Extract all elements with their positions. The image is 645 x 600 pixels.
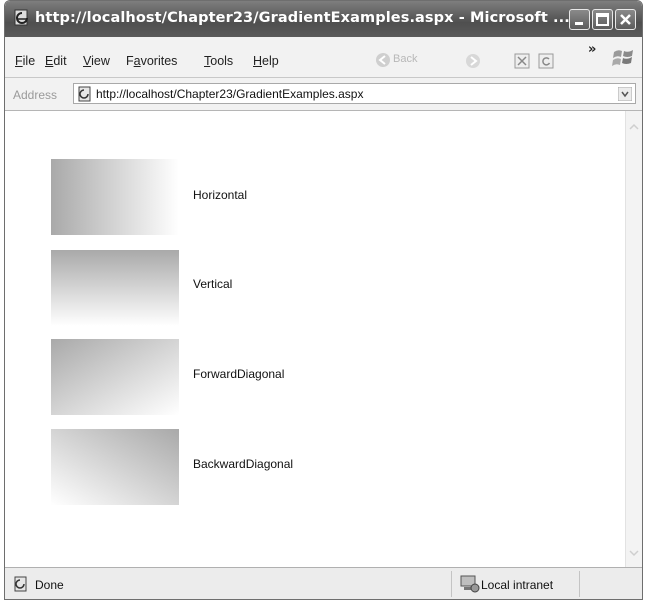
minimize-button[interactable] xyxy=(569,9,590,30)
status-bar: Done Local intranet xyxy=(5,567,642,599)
back-button[interactable]: Back xyxy=(375,51,445,69)
vertical-scrollbar[interactable] xyxy=(625,111,642,567)
scroll-up-icon[interactable] xyxy=(628,121,640,133)
menu-edit[interactable]: Edit xyxy=(45,54,67,68)
address-label: Address xyxy=(13,88,58,102)
address-input[interactable]: http://localhost/Chapter23/GradientExamp… xyxy=(73,83,636,104)
gradient-vertical-swatch xyxy=(51,250,179,326)
close-icon xyxy=(620,14,631,25)
refresh-icon[interactable] xyxy=(538,53,554,69)
page-content: Horizontal Vertical ForwardDiagonal Back… xyxy=(5,111,625,567)
address-url: http://localhost/Chapter23/GradientExamp… xyxy=(96,87,364,101)
scroll-down-icon[interactable] xyxy=(628,547,640,559)
menu-help[interactable]: Help xyxy=(253,54,279,68)
close-button[interactable] xyxy=(615,9,636,30)
page-done-icon xyxy=(14,576,27,592)
windows-logo-icon xyxy=(612,50,633,66)
menu-view[interactable]: View xyxy=(83,54,110,68)
menu-file[interactable]: File xyxy=(15,54,35,68)
title-bar: http://localhost/Chapter23/GradientExamp… xyxy=(5,1,642,37)
gradient-horizontal-swatch xyxy=(51,159,179,235)
maximize-button[interactable] xyxy=(592,9,613,30)
local-intranet-icon xyxy=(460,575,480,593)
menu-tools[interactable]: Tools xyxy=(204,54,233,68)
minimize-icon xyxy=(575,22,583,25)
ie-page-icon xyxy=(14,9,28,26)
back-arrow-icon xyxy=(376,53,390,67)
gradient-backward-diagonal-label: BackwardDiagonal xyxy=(193,457,294,471)
forward-arrow-icon[interactable] xyxy=(465,53,481,69)
page-icon xyxy=(78,86,91,102)
gradient-horizontal-label: Horizontal xyxy=(193,188,248,202)
back-label: Back xyxy=(393,53,418,65)
browser-window: http://localhost/Chapter23/GradientExamp… xyxy=(4,0,643,600)
address-bar: Address http://localhost/Chapter23/Gradi… xyxy=(5,78,642,111)
gradient-backward-diagonal-swatch xyxy=(51,429,179,505)
maximize-icon xyxy=(596,13,609,26)
status-text: Done xyxy=(35,578,64,592)
window-title: http://localhost/Chapter23/GradientExamp… xyxy=(35,10,570,26)
stop-icon[interactable] xyxy=(514,53,530,69)
status-divider xyxy=(451,571,452,597)
gradient-vertical-label: Vertical xyxy=(193,277,233,291)
security-zone-label: Local intranet xyxy=(481,578,554,592)
status-divider-2 xyxy=(579,571,580,597)
menu-bar: File Edit View Favorites Tools Help Back… xyxy=(5,37,642,78)
toolbar-overflow-chevron[interactable]: » xyxy=(588,42,596,57)
menu-favorites[interactable]: Favorites xyxy=(126,54,177,68)
gradient-forward-diagonal-swatch xyxy=(51,339,179,415)
gradient-forward-diagonal-label: ForwardDiagonal xyxy=(193,367,285,381)
dropdown-icon[interactable] xyxy=(618,87,632,101)
